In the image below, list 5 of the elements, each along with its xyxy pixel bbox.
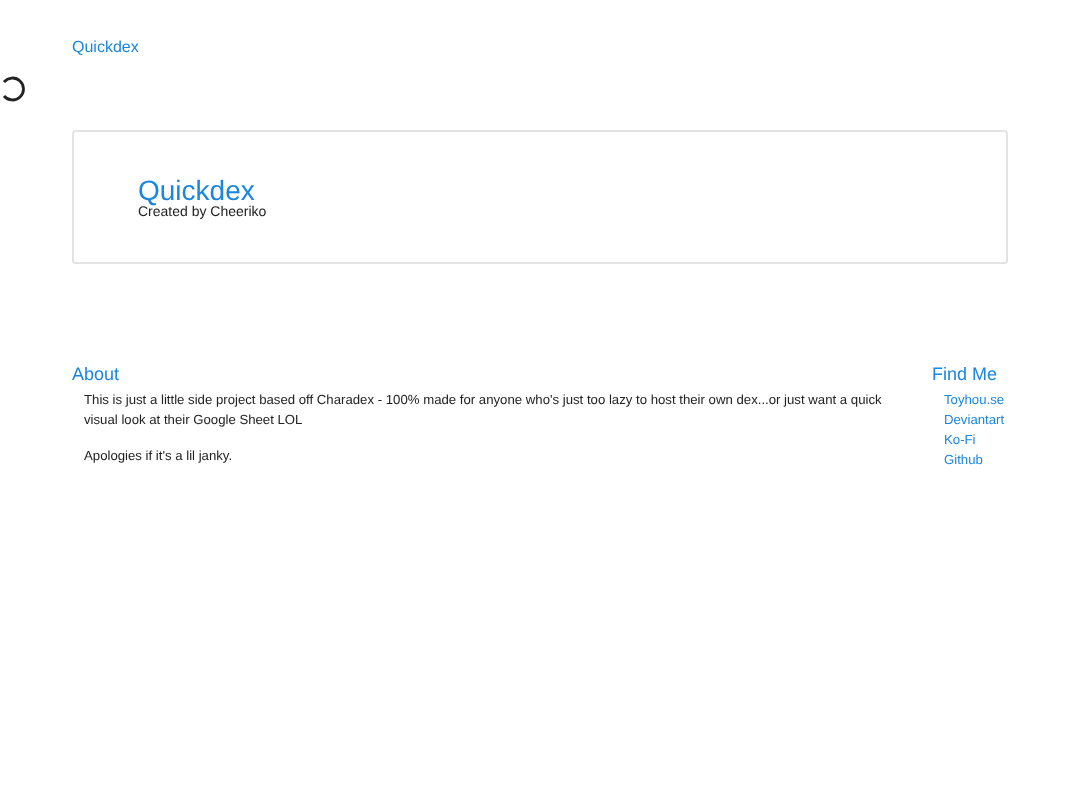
section-heading: About [72, 364, 122, 384]
brand-link[interactable]: Quickdex [72, 38, 139, 56]
loading-spinner-icon [0, 74, 28, 102]
section-heading: Find Me [932, 364, 1000, 384]
hero-title: Quickdex [138, 174, 255, 206]
